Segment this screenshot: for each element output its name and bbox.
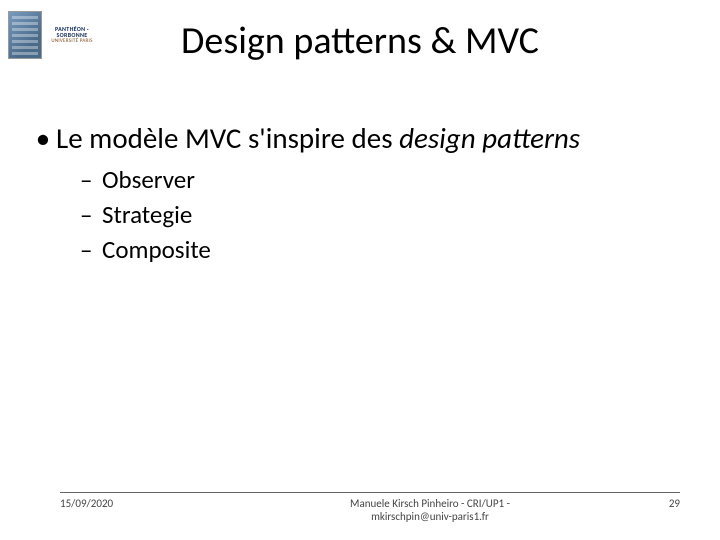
footer-author-line1: Manuele Kirsch Pinheiro - CRI/UP1 -	[240, 497, 620, 511]
dash-icon: –	[80, 199, 102, 230]
footer-author-line2: mkirschpin@univ-paris1.fr	[240, 510, 620, 524]
bullet-main-emph: design patterns	[399, 120, 580, 156]
footer-author: Manuele Kirsch Pinheiro - CRI/UP1 - mkir…	[240, 497, 620, 525]
bullet-main-text: Le modèle MVC s'inspire des design patte…	[56, 120, 690, 156]
sub-bullet: – Strategie	[80, 199, 690, 230]
slide: PANTHÉON · SORBONNE UNIVERSITÉ PARIS Des…	[0, 0, 720, 540]
slide-title: Design patterns & MVC	[0, 18, 720, 64]
sub-bullet: – Composite	[80, 234, 690, 265]
sub-bullet-text: Composite	[102, 234, 211, 265]
slide-body: • Le modèle MVC s'inspire des design pat…	[30, 120, 690, 269]
dash-icon: –	[80, 234, 102, 265]
sub-bullet-text: Observer	[102, 164, 195, 195]
sub-bullet: – Observer	[80, 164, 690, 195]
footer-date: 15/09/2020	[60, 497, 240, 510]
footer-page-number: 29	[620, 497, 680, 510]
dash-icon: –	[80, 164, 102, 195]
bullet-main: • Le modèle MVC s'inspire des design pat…	[30, 120, 690, 156]
sub-bullet-text: Strategie	[102, 199, 192, 230]
bullet-main-prefix: Le modèle MVC s'inspire des	[56, 120, 399, 156]
slide-footer: 15/09/2020 Manuele Kirsch Pinheiro - CRI…	[60, 492, 680, 525]
bullet-dot-icon: •	[30, 120, 56, 156]
